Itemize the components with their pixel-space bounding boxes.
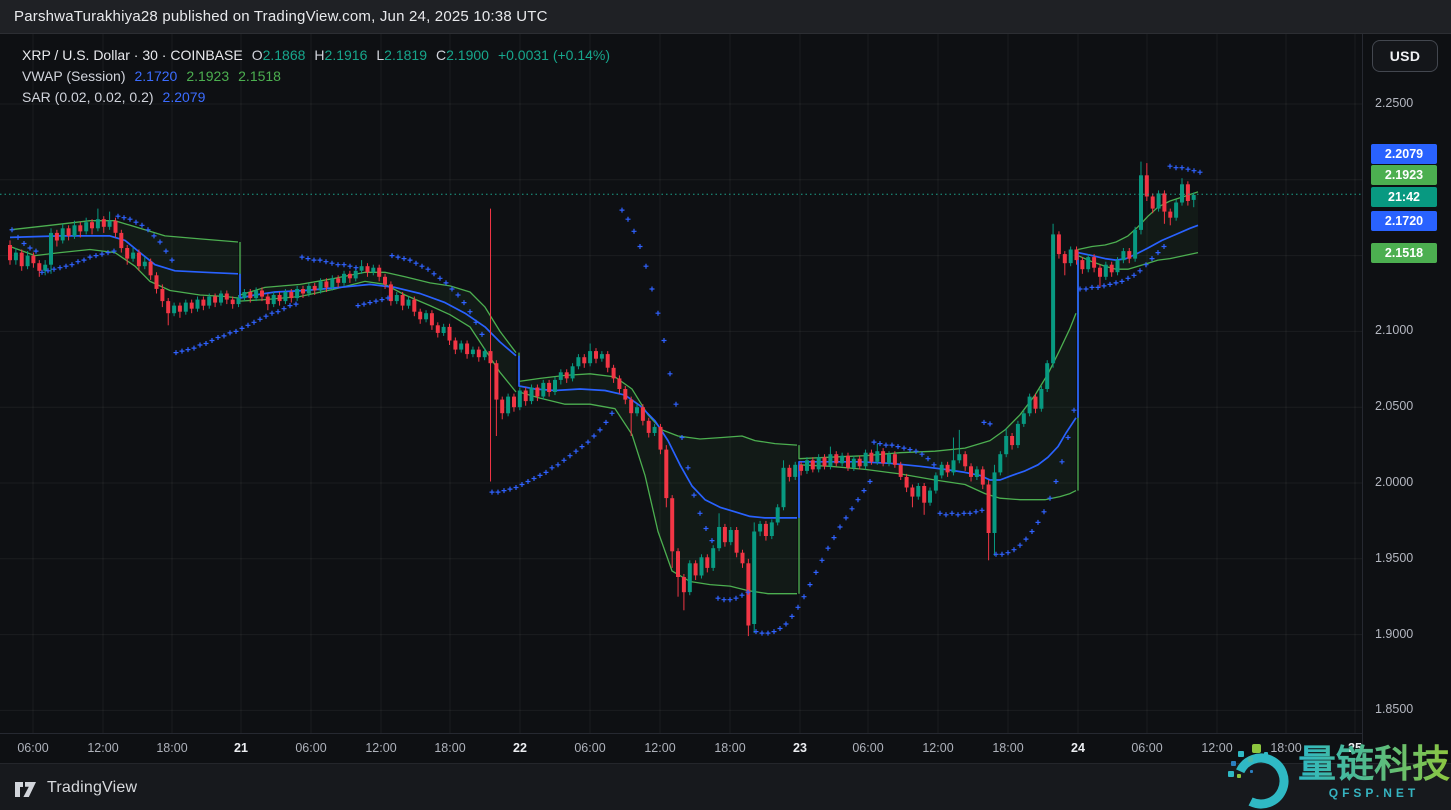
tradingview-chart-window: ParshwaTurakhiya28 published on TradingV… bbox=[0, 0, 1451, 810]
open-value: 2.1868 bbox=[262, 47, 306, 63]
time-axis[interactable]: 06:00 12:00 18:00 21 06:00 12:00 18:00 22 06:00 1… bbox=[0, 733, 1362, 764]
symbol-title: XRP / U.S. Dollar · 30 · COINBASE bbox=[22, 47, 243, 63]
close-value: 2.1900 bbox=[446, 47, 489, 63]
publish-title: ParshwaTurakhiya28 published on TradingV… bbox=[14, 8, 548, 25]
sar-label: SAR (0.02, 0.02, 0.2) bbox=[22, 89, 154, 105]
time-axis-label: 06:00 bbox=[574, 741, 606, 755]
sar-value: 2.2079 bbox=[162, 89, 206, 105]
price-axis-label: 2.0000 bbox=[1375, 475, 1414, 489]
time-axis-label: 22 bbox=[513, 741, 527, 755]
low-value: 2.1819 bbox=[384, 47, 427, 63]
vwap-upper-value: 2.1923 bbox=[186, 68, 230, 84]
vwap-lower-band-badge: 2.1518 bbox=[1371, 243, 1437, 263]
close-label: C bbox=[436, 47, 447, 63]
price-axis-label: 1.8500 bbox=[1375, 702, 1414, 717]
price-axis-label: 1.9000 bbox=[1375, 626, 1414, 641]
site-watermark: 量链科技 QFSP.NET bbox=[1228, 744, 1451, 810]
time-axis-label: 18:00 bbox=[434, 741, 466, 755]
chart-canvas[interactable] bbox=[0, 0, 1451, 810]
low-label: L bbox=[376, 47, 385, 63]
high-value: 2.1916 bbox=[324, 47, 368, 63]
price-axis[interactable]: 2.2500 2.1000 2.0500 2.0000 1.9500 1.9000 1.85… bbox=[1362, 33, 1451, 763]
time-axis-label: 24 bbox=[1071, 741, 1085, 755]
publish-header: ParshwaTurakhiya28 published on TradingV… bbox=[0, 0, 1451, 34]
time-axis-label: 06:00 bbox=[1131, 741, 1163, 755]
time-axis-label: 12:00 bbox=[644, 741, 676, 755]
vwap-badge: 2.1720 bbox=[1371, 211, 1437, 231]
currency-toggle-button[interactable]: USD bbox=[1372, 40, 1438, 72]
change-value: +0.0031 (+0.14%) bbox=[497, 47, 611, 63]
sar-price-badge: 2.2079 bbox=[1371, 144, 1437, 164]
high-label: H bbox=[314, 47, 325, 63]
tradingview-logo-icon[interactable] bbox=[14, 778, 38, 798]
time-axis-label: 21 bbox=[234, 741, 248, 755]
vwap-lower-value: 2.1518 bbox=[238, 68, 281, 84]
vwap-upper-band-badge: 2.1923 bbox=[1371, 165, 1437, 185]
vwap-label: VWAP (Session) bbox=[22, 68, 126, 84]
vwap-band-fill bbox=[10, 191, 1198, 594]
price-axis-label: 2.1000 bbox=[1375, 323, 1414, 338]
price-axis-label: 2.2500 bbox=[1375, 96, 1414, 110]
time-axis-label: 06:00 bbox=[295, 741, 327, 755]
time-axis-label: 06:00 bbox=[17, 741, 49, 755]
time-axis-label: 06:00 bbox=[852, 741, 884, 755]
vwap-value: 2.1720 bbox=[134, 68, 178, 84]
axis-ticks bbox=[32, 103, 1368, 738]
tradingview-brand-text[interactable]: TradingView bbox=[47, 779, 137, 797]
watermark-cn-text: 量链科技 bbox=[1298, 744, 1451, 786]
price-axis-label: 1.9500 bbox=[1375, 550, 1414, 565]
time-axis-label: 18:00 bbox=[156, 741, 188, 755]
time-axis-label: 18:00 bbox=[992, 741, 1024, 755]
symbol-legend-row[interactable]: XRP / U.S. Dollar · 30 · COINBASE O2.1868… bbox=[22, 45, 610, 66]
time-axis-label: 12:00 bbox=[87, 741, 119, 755]
open-label: O bbox=[251, 47, 263, 63]
sar-legend-row[interactable]: SAR (0.02, 0.02, 0.2) 2.2079 bbox=[22, 87, 610, 108]
time-axis-label: 12:00 bbox=[922, 741, 954, 755]
watermark-logo-icon bbox=[1228, 744, 1292, 810]
grid-lines bbox=[0, 33, 1362, 733]
time-axis-label: 12:00 bbox=[365, 741, 397, 755]
bar-countdown-badge: 21:42 bbox=[1371, 187, 1437, 207]
time-axis-label: 18:00 bbox=[714, 741, 746, 755]
watermark-site-text: QFSP.NET bbox=[1328, 786, 1420, 800]
vwap-legend-row[interactable]: VWAP (Session) 2.1720 2.1923 2.1518 bbox=[22, 66, 610, 87]
price-axis-label: 2.0500 bbox=[1375, 399, 1414, 414]
time-axis-label: 23 bbox=[793, 741, 807, 755]
indicator-legend: XRP / U.S. Dollar · 30 · COINBASE O2.1868… bbox=[22, 45, 610, 108]
